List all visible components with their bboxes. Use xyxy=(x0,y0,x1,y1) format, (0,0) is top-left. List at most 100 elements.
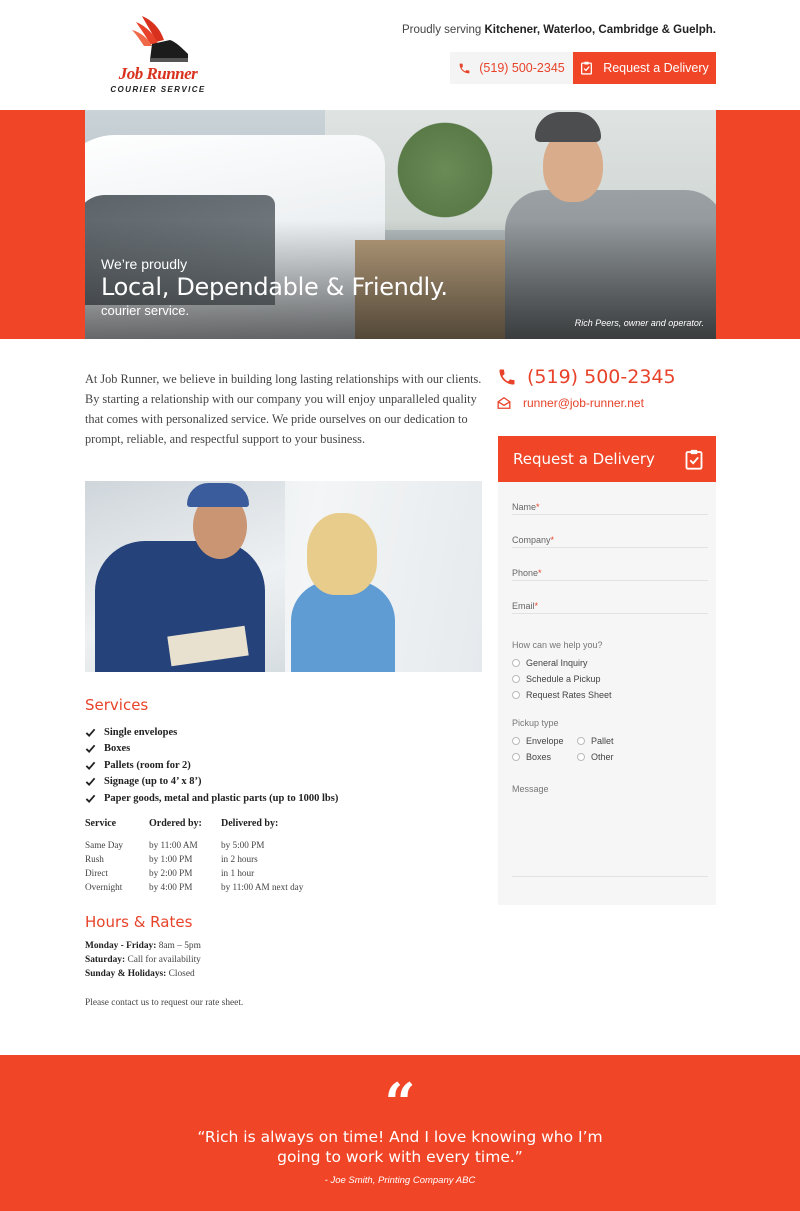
hero-pre-text: We’re proudly xyxy=(101,256,188,272)
phone-icon xyxy=(499,369,515,385)
radio-request-rates[interactable]: Request Rates Sheet xyxy=(512,690,612,700)
rate-sheet-note: Please contact us to request our rate sh… xyxy=(85,998,244,1008)
clipboard-check-icon xyxy=(685,449,703,470)
courier-photo-customer-head xyxy=(307,513,377,595)
hours-row: Sunday & Holidays: Closed xyxy=(85,969,201,983)
radio-general-inquiry[interactable]: General Inquiry xyxy=(512,658,588,668)
service-item-label: Single envelopes xyxy=(104,726,178,738)
hero-person-cap xyxy=(535,112,601,142)
checkmark-icon xyxy=(85,777,96,787)
service-area-cities: Kitchener, Waterloo, Cambridge & Guelph. xyxy=(484,24,716,36)
list-item: Single envelopes xyxy=(85,724,338,741)
hours-label: Saturday: xyxy=(85,955,126,965)
table-row: Same Day by 11:00 AM by 5:00 PM xyxy=(85,840,381,854)
hours-row: Saturday: Call for availability xyxy=(85,955,201,969)
hours-label: Sunday & Holidays: xyxy=(85,969,167,979)
testimonial-section: “ “Rich is always on time! And I love kn… xyxy=(0,1055,800,1211)
name-field-label: Name xyxy=(512,502,537,512)
hero-title: Local, Dependable & Friendly. xyxy=(101,273,448,301)
table-cell: Rush xyxy=(85,854,104,864)
checkmark-icon xyxy=(85,794,96,803)
quote-mark-icon: “ xyxy=(384,1071,416,1135)
services-list: Single envelopes Boxes Pallets (room for… xyxy=(85,724,338,807)
service-item-label: Signage (up to 4’ x 8’) xyxy=(104,776,202,788)
message-textarea[interactable]: Message xyxy=(512,782,708,877)
radio-schedule-pickup[interactable]: Schedule a Pickup xyxy=(512,674,601,684)
email-field[interactable]: Email* xyxy=(512,581,708,614)
table-header-delivered: Delivered by: xyxy=(221,818,279,829)
table-cell: in 1 hour xyxy=(221,868,255,878)
header-request-label: Request a Delivery xyxy=(603,61,709,75)
hours-heading: Hours & Rates xyxy=(85,913,193,931)
courier-photo xyxy=(85,481,482,672)
radio-circle xyxy=(512,659,520,667)
service-area: Proudly serving Kitchener, Waterloo, Cam… xyxy=(402,24,716,36)
sidebar-email-link[interactable]: runner@job-runner.net xyxy=(497,396,644,410)
hero-background-trees xyxy=(385,120,505,220)
table-header-row: Service Ordered by: Delivered by: xyxy=(85,818,381,840)
site-header: Job Runner COURIER SERVICE Proudly servi… xyxy=(0,0,800,110)
header-phone-label: (519) 500-2345 xyxy=(479,61,565,75)
radio-circle xyxy=(512,753,520,761)
clipboard-check-icon xyxy=(581,61,593,75)
phone-field[interactable]: Phone* xyxy=(512,548,708,581)
winged-shoe-icon xyxy=(132,16,188,62)
radio-boxes[interactable]: Boxes xyxy=(512,752,551,762)
radio-circle xyxy=(512,675,520,683)
header-phone-button[interactable]: (519) 500-2345 xyxy=(450,52,573,84)
phone-field-label: Phone xyxy=(512,568,539,578)
hours-row: Monday - Friday: 8am – 5pm xyxy=(85,941,201,955)
radio-label: Boxes xyxy=(526,752,552,762)
phone-icon xyxy=(459,63,470,73)
pickup-type-label: Pickup type xyxy=(512,718,559,728)
required-marker: * xyxy=(538,568,542,578)
checkmark-icon xyxy=(85,744,96,754)
hours-label: Monday - Friday: xyxy=(85,941,157,951)
hours-value: 8am – 5pm xyxy=(158,941,201,951)
radio-other[interactable]: Other xyxy=(577,752,614,762)
table-cell: by 11:00 AM next day xyxy=(221,882,304,892)
company-field[interactable]: Company* xyxy=(512,515,708,548)
sidebar-phone-label: (519) 500-2345 xyxy=(527,366,676,388)
brand-name: Job Runner xyxy=(118,64,198,83)
radio-envelope[interactable]: Envelope xyxy=(512,736,564,746)
radio-circle xyxy=(577,753,585,761)
email-field-label: Email xyxy=(512,601,535,611)
radio-circle xyxy=(512,691,520,699)
table-cell: Direct xyxy=(85,868,108,878)
sidebar-email-label: runner@job-runner.net xyxy=(523,396,644,410)
hero-caption: Rich Peers, owner and operator. xyxy=(574,318,704,328)
delivery-times-table: Service Ordered by: Delivered by: Same D… xyxy=(85,818,381,896)
radio-circle xyxy=(577,737,585,745)
required-marker: * xyxy=(550,535,555,545)
radio-label: Schedule a Pickup xyxy=(526,674,601,684)
hero-image: We’re proudly Local, Dependable & Friend… xyxy=(85,110,716,339)
required-marker: * xyxy=(536,502,540,512)
hours-list: Monday - Friday: 8am – 5pm Saturday: Cal… xyxy=(85,941,201,983)
table-cell: by 5:00 PM xyxy=(221,840,265,850)
radio-label: Pallet xyxy=(591,736,614,746)
table-cell: Same Day xyxy=(85,840,124,850)
intro-paragraph: At Job Runner, we believe in building lo… xyxy=(85,372,482,446)
message-label: Message xyxy=(512,784,549,794)
header-request-delivery-button[interactable]: Request a Delivery xyxy=(573,52,716,84)
table-header-service: Service xyxy=(85,818,117,829)
list-item: Signage (up to 4’ x 8’) xyxy=(85,774,338,791)
radio-pallet[interactable]: Pallet xyxy=(577,736,614,746)
brand-logo[interactable]: Job Runner COURIER SERVICE xyxy=(108,10,208,94)
checkmark-icon xyxy=(85,761,96,770)
company-field-label: Company xyxy=(512,535,551,545)
table-header-ordered: Ordered by: xyxy=(149,818,202,829)
radio-label: Other xyxy=(591,752,614,762)
name-field[interactable]: Name* xyxy=(512,482,708,515)
table-cell: in 2 hours xyxy=(221,854,258,864)
radio-label: Request Rates Sheet xyxy=(526,690,612,700)
help-question-label: How can we help you? xyxy=(512,640,603,650)
delivery-form-title: Request a Delivery xyxy=(513,450,655,468)
sidebar-phone-link[interactable]: (519) 500-2345 xyxy=(497,366,676,388)
required-marker: * xyxy=(534,601,539,611)
checkmark-icon xyxy=(85,728,96,737)
hours-value: Call for availability xyxy=(127,955,201,965)
radio-label: Envelope xyxy=(526,736,564,746)
table-cell: Overnight xyxy=(85,882,123,892)
